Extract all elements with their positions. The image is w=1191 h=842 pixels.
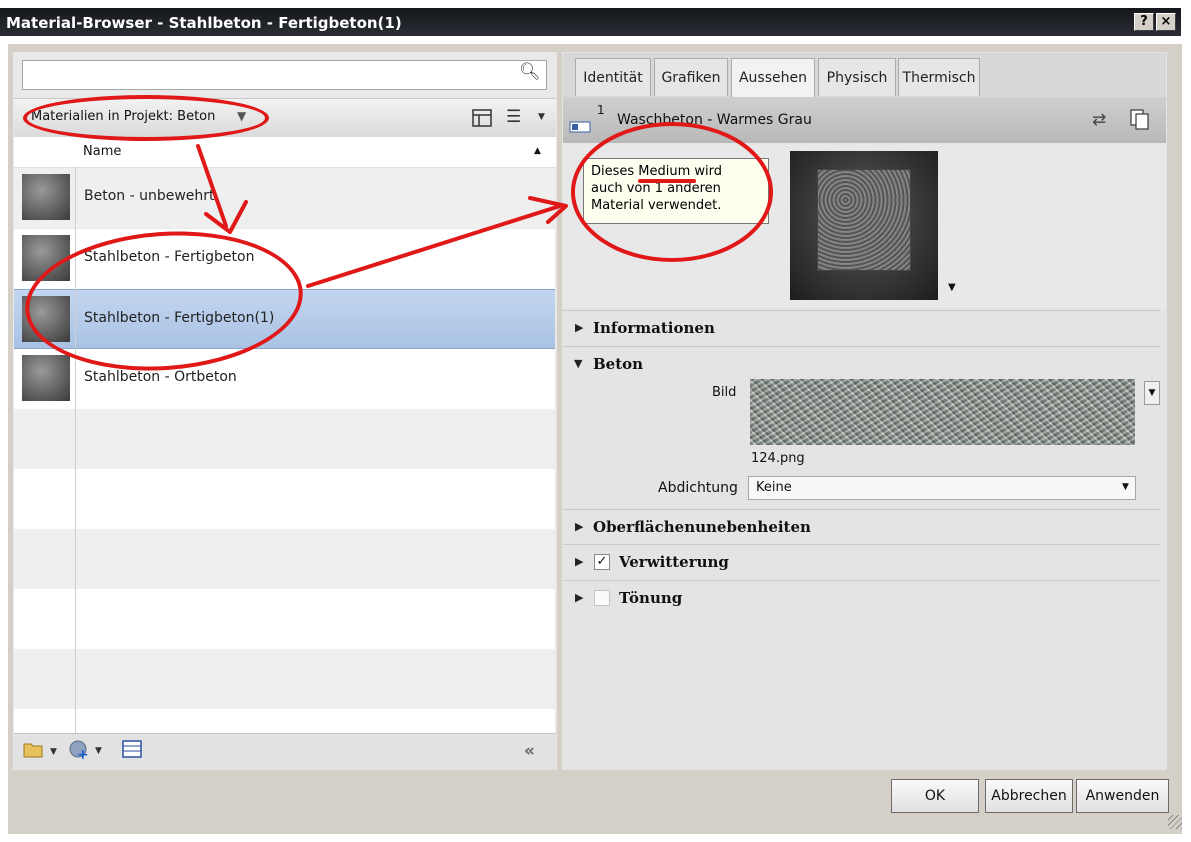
annotation-arrow-right bbox=[306, 204, 562, 288]
annotation-arrow-down bbox=[196, 144, 228, 228]
annotation-arrows bbox=[196, 144, 696, 288]
annotation-arrowhead bbox=[204, 200, 248, 234]
